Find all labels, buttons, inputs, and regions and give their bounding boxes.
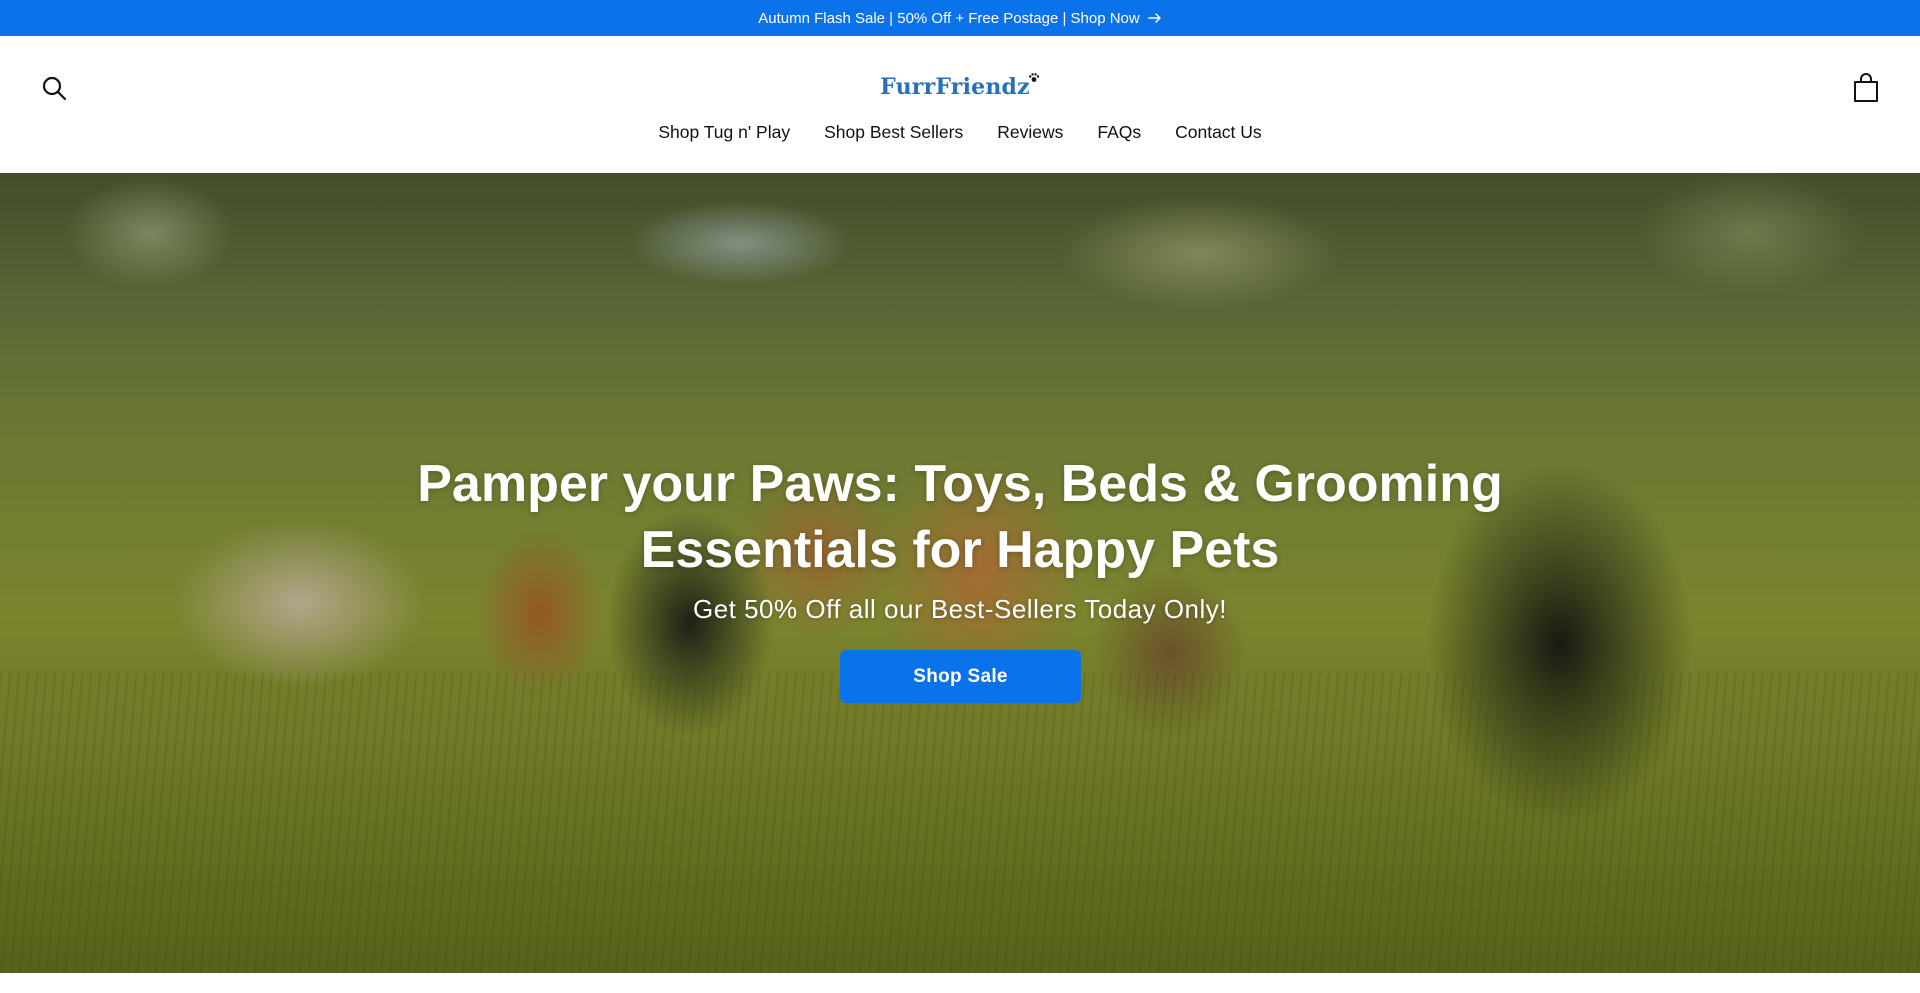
announcement-text[interactable]: Autumn Flash Sale | 50% Off + Free Posta… (758, 10, 1139, 27)
main-navigation: Shop Tug n' Play Shop Best Sellers Revie… (0, 122, 1920, 143)
hero-title-line1: Pamper your Paws: Toys, Beds & Grooming (417, 455, 1503, 513)
nav-contact-us[interactable]: Contact Us (1175, 122, 1262, 143)
announcement-bar[interactable]: Autumn Flash Sale | 50% Off + Free Posta… (0, 0, 1920, 36)
logo-text: FurrFriendz (880, 74, 1030, 100)
nav-reviews[interactable]: Reviews (997, 122, 1063, 143)
nav-shop-best-sellers[interactable]: Shop Best Sellers (824, 122, 963, 143)
hero-banner: Pamper your Paws: Toys, Beds & Grooming … (0, 173, 1920, 973)
site-logo[interactable]: FurrFriendz (0, 73, 1920, 100)
site-header: FurrFriendz Shop Tug n' Play Shop Best S… (0, 36, 1920, 173)
nav-shop-tug-n-play[interactable]: Shop Tug n' Play (658, 122, 790, 143)
nav-faqs[interactable]: FAQs (1097, 122, 1141, 143)
arrow-right-icon (1147, 13, 1161, 23)
hero-title: Pamper your Paws: Toys, Beds & Grooming … (0, 451, 1920, 583)
paw-icon (1028, 73, 1040, 82)
page-bottom-strip (0, 973, 1920, 993)
hero-subtitle: Get 50% Off all our Best-Sellers Today O… (692, 594, 1228, 624)
shopping-bag-icon[interactable] (1852, 73, 1880, 103)
shop-sale-button[interactable]: Shop Sale (840, 650, 1081, 703)
hero-title-line2: Essentials for Happy Pets (640, 521, 1280, 579)
